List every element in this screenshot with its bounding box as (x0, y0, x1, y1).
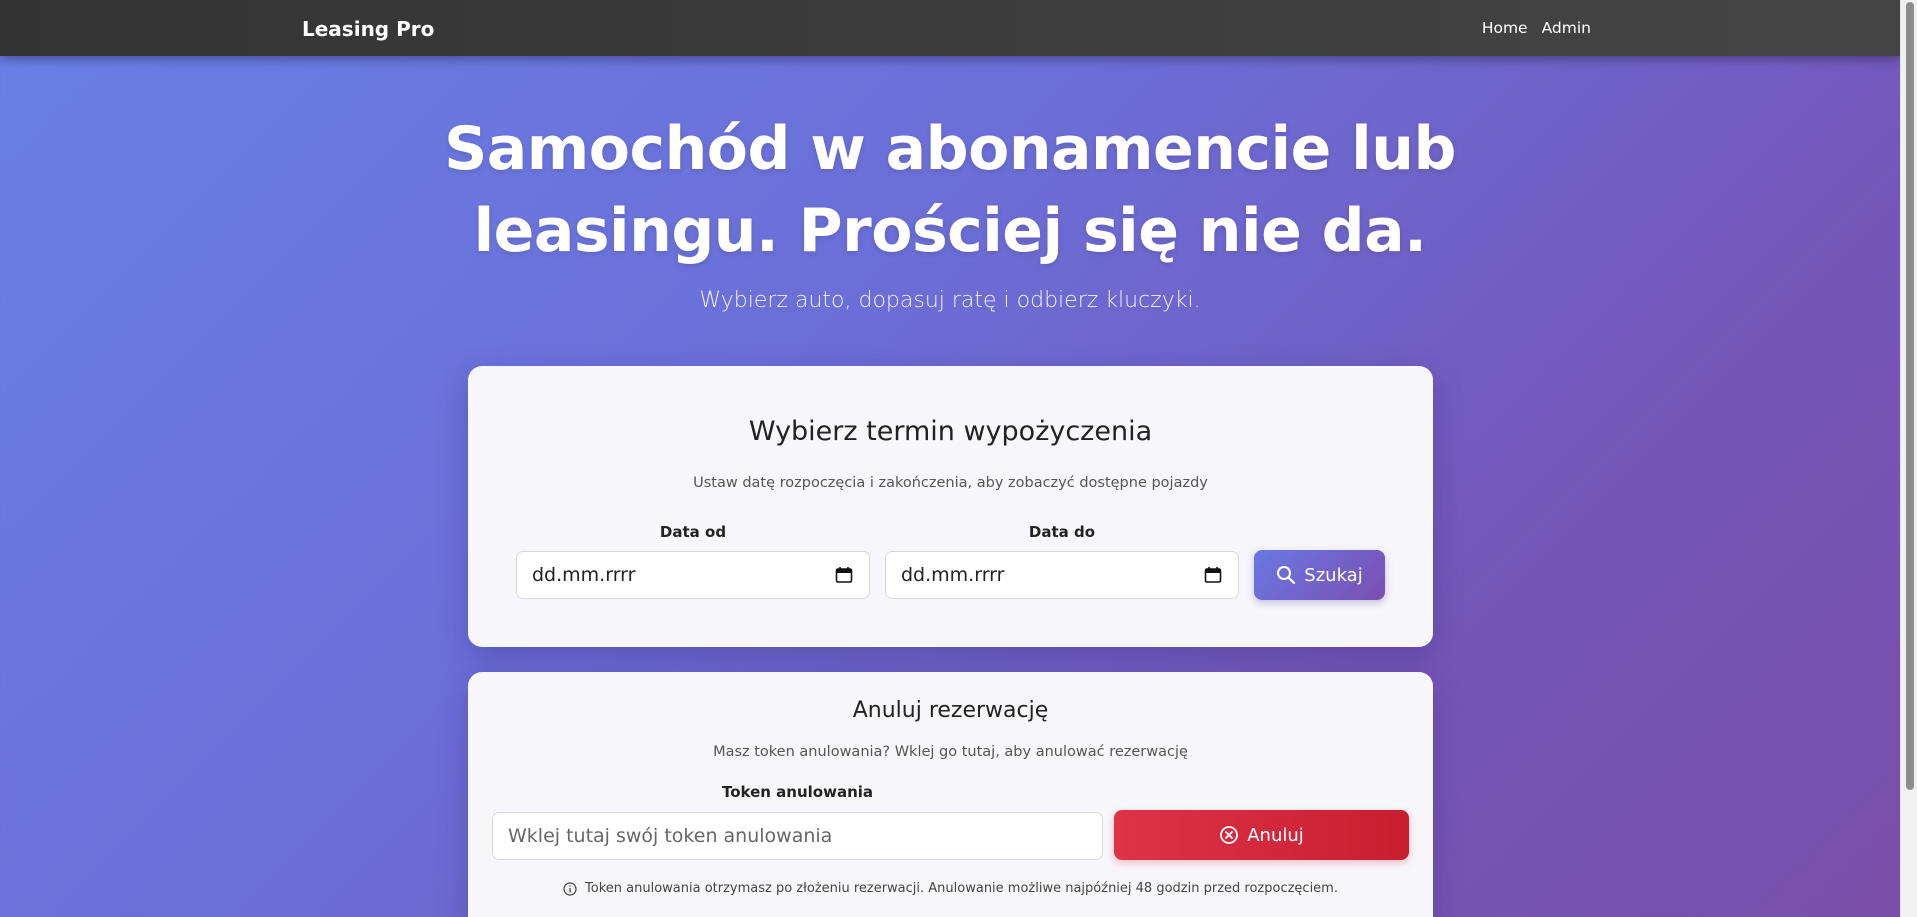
date-from-label: Data od (659, 523, 727, 541)
cancel-button[interactable]: Anuluj (1114, 810, 1409, 860)
date-to-input[interactable]: dd.mm.rrrr (885, 551, 1239, 599)
search-icon (1277, 566, 1296, 585)
navbar: Leasing Pro Home Admin (0, 0, 1900, 56)
scrollbar-thumb[interactable] (1906, 2, 1914, 790)
date-to-value: dd.mm.rrrr (901, 564, 1005, 586)
nav-link-admin[interactable]: Admin (1542, 19, 1591, 37)
cancel-card-subtitle: Masz token anulowania? Wklej go tutaj, a… (713, 744, 1188, 760)
cancel-info-note: Token anulowania otrzymasz po złożeniu r… (468, 881, 1433, 896)
info-icon (563, 881, 577, 896)
search-button-label: Szukaj (1304, 564, 1363, 586)
search-card: Wybierz termin wypożyczenia Ustaw datę r… (468, 366, 1433, 647)
cancel-info-text: Token anulowania otrzymasz po złożeniu r… (585, 881, 1338, 896)
date-from-value: dd.mm.rrrr (532, 564, 636, 586)
page-scrollbar[interactable] (1900, 0, 1917, 917)
token-label: Token anulowania (721, 783, 874, 801)
nav-links: Home Admin (1482, 19, 1591, 37)
search-button[interactable]: Szukaj (1254, 550, 1385, 600)
date-from-input[interactable]: dd.mm.rrrr (516, 551, 870, 599)
cancel-card-title: Anuluj rezerwację (852, 698, 1049, 723)
calendar-icon[interactable] (835, 566, 853, 584)
brand-logo[interactable]: Leasing Pro (302, 17, 434, 41)
circle-x-icon (1220, 826, 1239, 844)
token-placeholder: Wklej tutaj swój token anulowania (508, 825, 833, 847)
date-to-label: Data do (1028, 523, 1096, 541)
hero-title: Samochód w abonamencie lub leasingu. Pro… (444, 114, 1456, 266)
calendar-icon[interactable] (1204, 566, 1222, 584)
hero-subtitle: Wybierz auto, dopasuj ratę i odbierz klu… (699, 288, 1201, 313)
nav-link-home[interactable]: Home (1482, 19, 1528, 37)
search-card-subtitle: Ustaw datę rozpoczęcia i zakończenia, ab… (693, 475, 1208, 491)
search-card-title: Wybierz termin wypożyczenia (748, 416, 1153, 447)
cancel-card: Anuluj rezerwację Masz token anulowania?… (468, 672, 1433, 917)
token-input[interactable]: Wklej tutaj swój token anulowania (492, 812, 1103, 860)
cancel-button-label: Anuluj (1247, 824, 1304, 846)
